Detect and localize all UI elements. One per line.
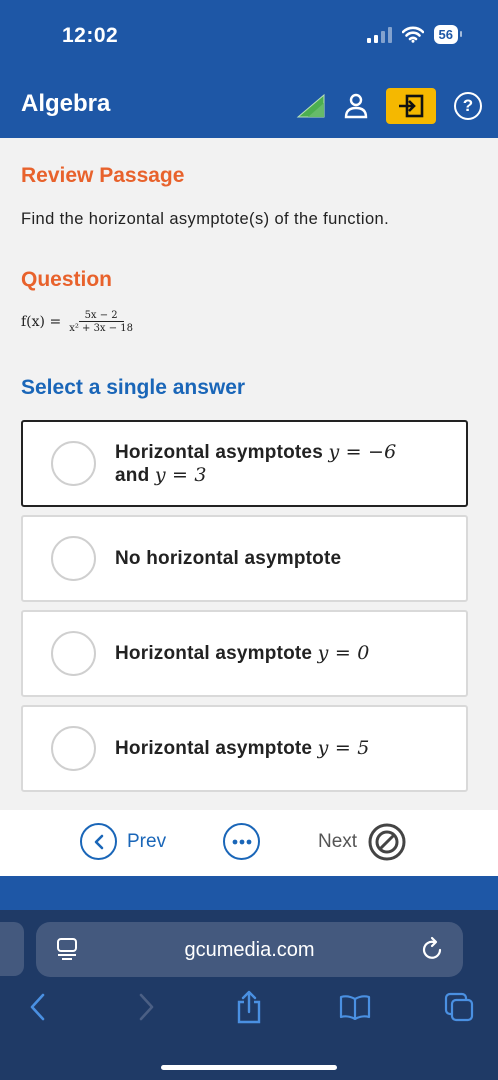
option-text: Horizontal asymptote [115, 738, 318, 759]
url-text: gcumedia.com [184, 939, 315, 961]
chevron-left-icon [80, 823, 117, 860]
option-math: y = −6 [328, 441, 397, 463]
passage-text: Find the horizontal asymptote(s) of the … [21, 210, 390, 228]
answer-option-label: Horizontal asymptote y = 5 [115, 737, 370, 760]
answer-option-label: Horizontal asymptote y = 0 [115, 642, 370, 665]
answer-option-3[interactable]: Horizontal asymptote y = 0 [21, 610, 468, 697]
answer-option-1[interactable]: Horizontal asymptotes y = −6 and y = 3 [21, 420, 468, 507]
app-toolbar: ? [296, 88, 482, 124]
help-icon[interactable]: ? [454, 92, 482, 120]
status-icons: 56 [366, 25, 463, 44]
browser-chrome: gcumedia.com [0, 910, 498, 1080]
signal-icon [366, 26, 392, 43]
option-math: y = 5 [317, 737, 370, 759]
previous-tab-preview[interactable] [0, 922, 24, 976]
progress-triangle-icon [296, 93, 325, 118]
status-time: 12:02 [62, 24, 119, 47]
bookmarks-icon[interactable] [339, 994, 371, 1020]
function-formula: f(x) = 5x − 2 x² + 3x − 18 [21, 310, 133, 334]
next-button[interactable]: Next [318, 822, 407, 862]
answer-option-4[interactable]: Horizontal asymptote y = 5 [21, 705, 468, 792]
question-panel: Review Passage Find the horizontal asymp… [0, 138, 498, 810]
answer-heading: Select a single answer [21, 376, 246, 399]
more-icon [223, 823, 260, 860]
footer-strip [0, 876, 498, 910]
option-text: Horizontal asymptotes [115, 442, 329, 463]
formula-fraction: 5x − 2 x² + 3x − 18 [69, 310, 133, 334]
app-header: 12:02 56 Algebra ? [0, 0, 498, 138]
radio-button[interactable] [51, 536, 96, 581]
radio-button[interactable] [51, 441, 96, 486]
passage-heading: Review Passage [21, 164, 185, 187]
browser-toolbar [0, 990, 498, 1032]
disabled-icon [368, 823, 406, 861]
option-math: y = 0 [317, 642, 370, 664]
more-button[interactable] [223, 823, 260, 860]
home-indicator [161, 1065, 337, 1070]
radio-button[interactable] [51, 726, 96, 771]
share-icon[interactable] [236, 990, 262, 1024]
back-icon[interactable] [28, 992, 48, 1022]
question-nav: Prev Next [0, 810, 498, 874]
exit-icon [399, 94, 424, 118]
formula-numerator: 5x − 2 [78, 310, 124, 322]
app-title: Algebra [21, 90, 111, 117]
option-text: and [115, 465, 155, 486]
option-text: No horizontal asymptote [115, 548, 342, 569]
prev-button[interactable]: Prev [80, 823, 166, 860]
forward-icon[interactable] [136, 992, 156, 1022]
exit-button[interactable] [386, 88, 436, 124]
wifi-icon [401, 26, 424, 43]
option-math: y = 3 [154, 464, 207, 486]
prev-label: Prev [127, 830, 167, 852]
answer-option-label: Horizontal asymptotes y = −6 and y = 3 [115, 441, 396, 487]
answer-option-2[interactable]: No horizontal asymptote [21, 515, 468, 602]
tabs-icon[interactable] [444, 992, 474, 1022]
question-heading: Question [21, 268, 113, 291]
user-icon[interactable] [344, 93, 368, 119]
next-label: Next [318, 831, 358, 852]
battery-icon: 56 [433, 25, 463, 44]
answer-option-label: No horizontal asymptote [115, 547, 341, 570]
reload-icon[interactable] [421, 936, 445, 962]
formula-denominator: x² + 3x − 18 [69, 323, 134, 334]
formula-lhs: f(x) = [21, 314, 62, 330]
radio-button[interactable] [51, 631, 96, 676]
option-text: Horizontal asymptote [115, 643, 318, 664]
address-bar[interactable]: gcumedia.com [36, 922, 463, 977]
